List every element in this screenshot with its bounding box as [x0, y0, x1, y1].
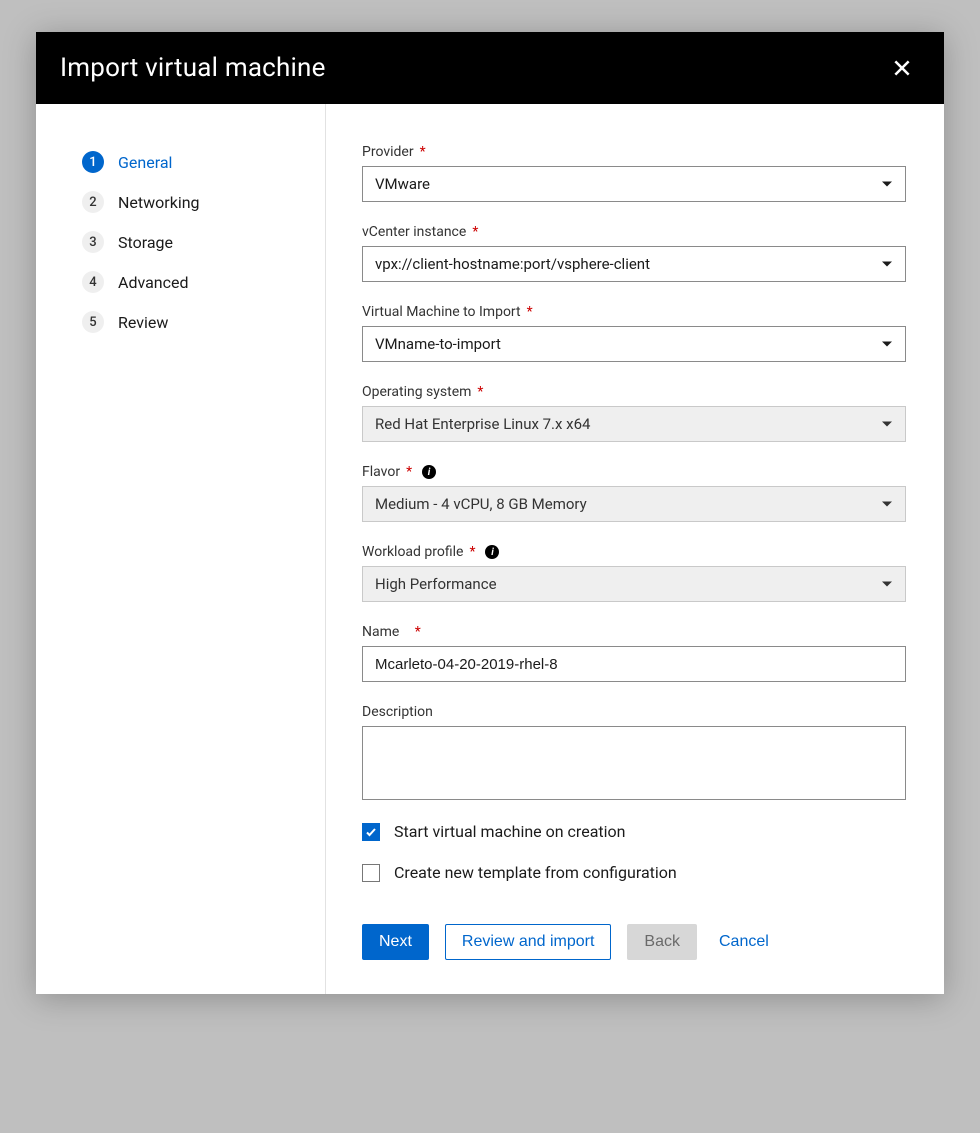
step-label: Networking [118, 193, 200, 212]
caret-down-icon [881, 418, 893, 430]
caret-down-icon [881, 338, 893, 350]
select-provider[interactable]: VMware [362, 166, 906, 202]
field-flavor: Flavor* i Medium - 4 vCPU, 8 GB Memory [362, 464, 906, 522]
required-indicator: * [469, 544, 475, 560]
step-review[interactable]: 5 Review [82, 302, 295, 342]
back-button: Back [627, 924, 697, 960]
row-start-on-create: Start virtual machine on creation [362, 822, 906, 841]
required-indicator: * [420, 144, 426, 160]
label-provider: Provider* [362, 144, 906, 160]
label-name: Name * [362, 624, 906, 640]
next-button[interactable]: Next [362, 924, 429, 960]
label-flavor: Flavor* i [362, 464, 906, 480]
step-number: 3 [82, 231, 104, 253]
step-storage[interactable]: 3 Storage [82, 222, 295, 262]
step-label: Review [118, 313, 168, 332]
modal-body: 1 General 2 Networking 3 Storage 4 Advan… [36, 104, 944, 994]
step-advanced[interactable]: 4 Advanced [82, 262, 295, 302]
close-icon [892, 58, 912, 78]
check-icon [365, 826, 377, 838]
caret-down-icon [881, 498, 893, 510]
step-number: 2 [82, 191, 104, 213]
field-provider: Provider* VMware [362, 144, 906, 202]
step-label: Advanced [118, 273, 189, 292]
field-description: Description [362, 704, 906, 804]
required-indicator: * [415, 624, 421, 640]
close-button[interactable] [888, 54, 916, 82]
import-vm-modal: Import virtual machine 1 General 2 Netwo… [36, 32, 944, 994]
label-description: Description [362, 704, 906, 720]
info-icon[interactable]: i [422, 465, 436, 479]
input-name[interactable] [362, 646, 906, 682]
field-name: Name * [362, 624, 906, 682]
wizard-footer: Next Review and import Back Cancel [362, 924, 906, 960]
label-vm: Virtual Machine to Import* [362, 304, 906, 320]
label-vcenter: vCenter instance* [362, 224, 906, 240]
caret-down-icon [881, 258, 893, 270]
cancel-button[interactable]: Cancel [713, 924, 775, 960]
label-start-on-create: Start virtual machine on creation [394, 822, 625, 841]
form-content: Provider* VMware vCenter instance* vpx:/… [326, 104, 944, 994]
label-create-template: Create new template from configuration [394, 863, 677, 882]
label-workload: Workload profile* i [362, 544, 906, 560]
checkbox-start-on-create[interactable] [362, 823, 380, 841]
required-indicator: * [477, 384, 483, 400]
info-icon[interactable]: i [485, 545, 499, 559]
select-vm[interactable]: VMname-to-import [362, 326, 906, 362]
caret-down-icon [881, 578, 893, 590]
step-general[interactable]: 1 General [82, 142, 295, 182]
required-indicator: * [472, 224, 478, 240]
label-os: Operating system* [362, 384, 906, 400]
checkbox-create-template[interactable] [362, 864, 380, 882]
select-vcenter[interactable]: vpx://client-hostname:port/vsphere-clien… [362, 246, 906, 282]
step-number: 1 [82, 151, 104, 173]
step-label: Storage [118, 233, 173, 252]
field-os: Operating system* Red Hat Enterprise Lin… [362, 384, 906, 442]
step-networking[interactable]: 2 Networking [82, 182, 295, 222]
select-workload[interactable]: High Performance [362, 566, 906, 602]
row-create-template: Create new template from configuration [362, 863, 906, 882]
select-os[interactable]: Red Hat Enterprise Linux 7.x x64 [362, 406, 906, 442]
review-import-button[interactable]: Review and import [445, 924, 612, 960]
required-indicator: * [527, 304, 533, 320]
required-indicator: * [406, 464, 412, 480]
wizard-sidebar: 1 General 2 Networking 3 Storage 4 Advan… [36, 104, 326, 994]
field-vm: Virtual Machine to Import* VMname-to-imp… [362, 304, 906, 362]
step-number: 5 [82, 311, 104, 333]
step-label: General [118, 153, 172, 172]
caret-down-icon [881, 178, 893, 190]
modal-title: Import virtual machine [60, 53, 326, 83]
field-workload: Workload profile* i High Performance [362, 544, 906, 602]
input-description[interactable] [362, 726, 906, 800]
field-vcenter: vCenter instance* vpx://client-hostname:… [362, 224, 906, 282]
select-flavor[interactable]: Medium - 4 vCPU, 8 GB Memory [362, 486, 906, 522]
modal-header: Import virtual machine [36, 32, 944, 104]
step-number: 4 [82, 271, 104, 293]
